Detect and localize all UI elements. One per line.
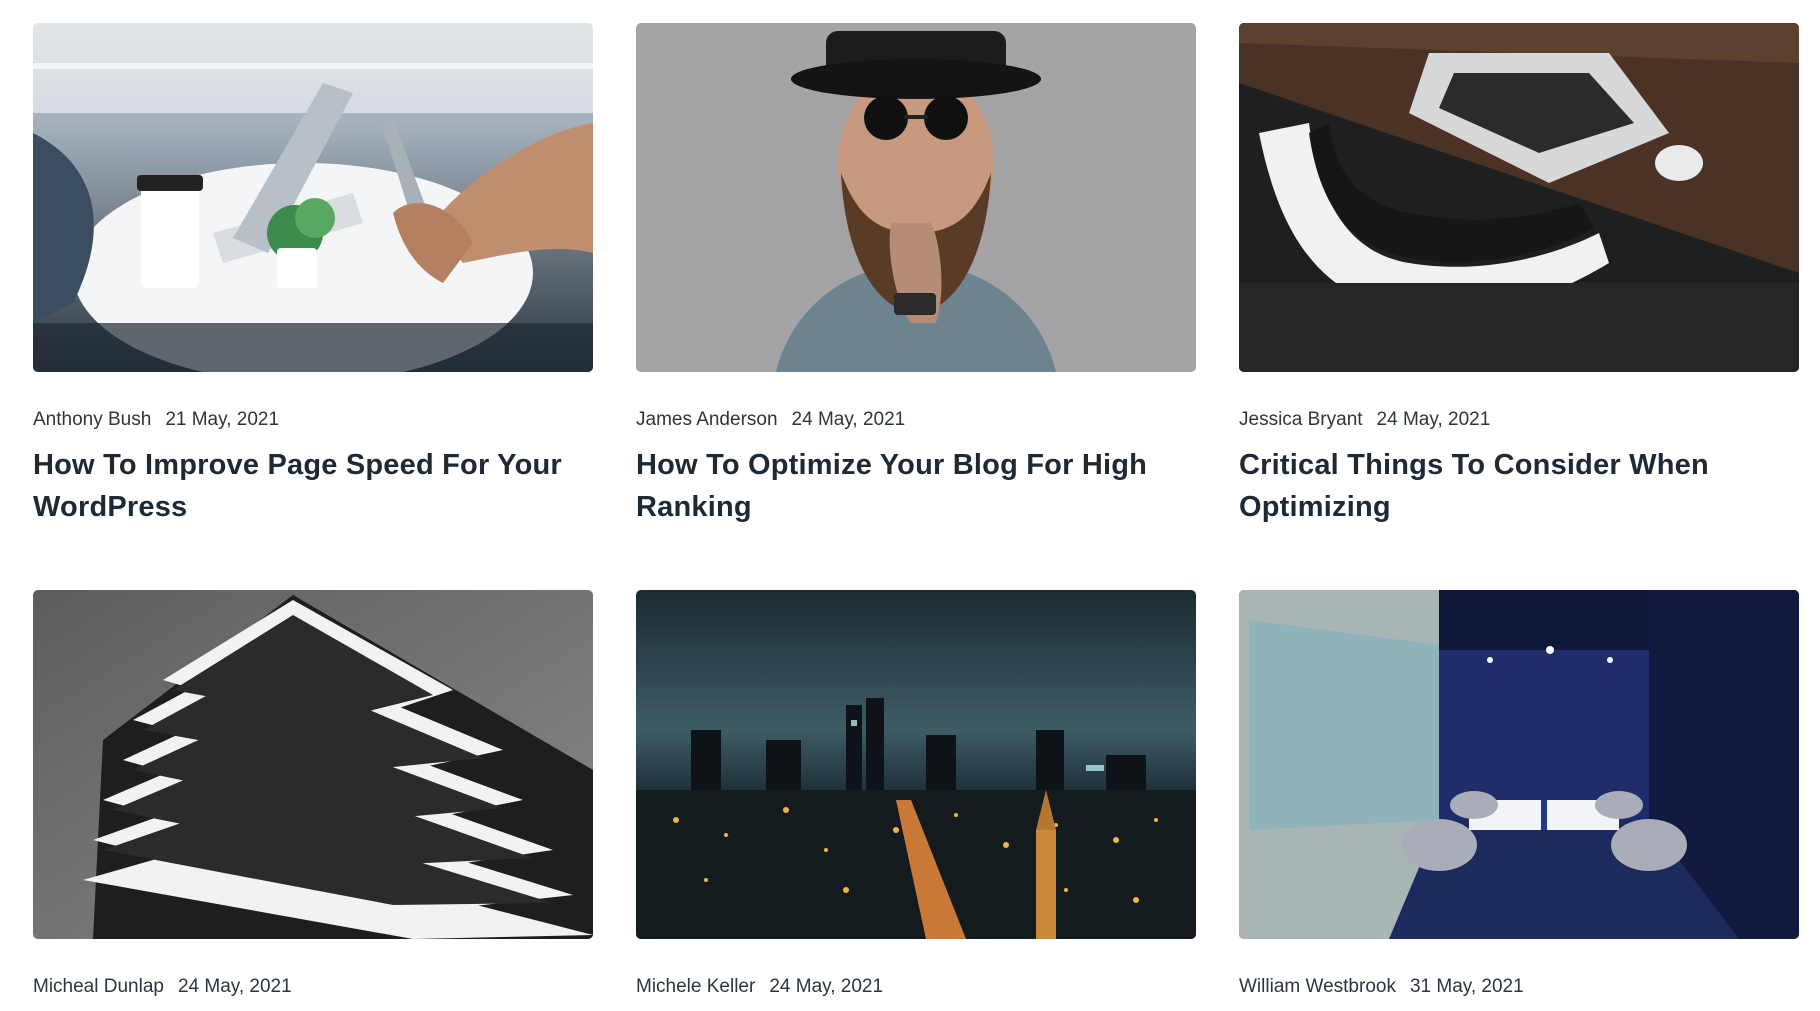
post-date: 31 May, 2021 xyxy=(1409,976,1524,997)
post-author[interactable]: James Anderson xyxy=(636,409,778,430)
office-laptops-image xyxy=(33,23,593,372)
post-meta: William Westbrook 31 May, 2021 xyxy=(1239,975,1799,999)
post-meta: James Anderson 24 May, 2021 xyxy=(636,408,1196,432)
post-author[interactable]: William Westbrook xyxy=(1239,976,1396,997)
blog-post-card[interactable]: Michele Keller 24 May, 2021 xyxy=(636,590,1196,1011)
post-meta: Michele Keller 24 May, 2021 xyxy=(636,975,1196,999)
laptop-desk-image xyxy=(1239,23,1799,372)
post-thumbnail-meeting-room[interactable] xyxy=(1239,590,1799,939)
post-thumbnail-office-laptops[interactable] xyxy=(33,23,593,372)
meeting-room-image xyxy=(1239,590,1799,939)
post-meta: Micheal Dunlap 24 May, 2021 xyxy=(33,975,593,999)
post-date: 24 May, 2021 xyxy=(791,409,906,430)
bearded-man-image xyxy=(636,23,1196,372)
night-city-image xyxy=(636,590,1196,939)
post-meta: Anthony Bush 21 May, 2021 xyxy=(33,408,593,432)
blog-post-card[interactable]: Jessica Bryant 24 May, 2021 Critical Thin… xyxy=(1239,23,1799,528)
post-thumbnail-city-night[interactable] xyxy=(636,590,1196,939)
post-author[interactable]: Michele Keller xyxy=(636,976,755,997)
blog-post-card[interactable]: James Anderson 24 May, 2021 How To Optimi… xyxy=(636,23,1196,528)
monochrome-building-image xyxy=(33,590,593,939)
post-thumbnail-building[interactable] xyxy=(33,590,593,939)
post-thumbnail-bearded-man[interactable] xyxy=(636,23,1196,372)
post-date: 24 May, 2021 xyxy=(1376,409,1491,430)
blog-post-card[interactable]: Anthony Bush 21 May, 2021 How To Improve … xyxy=(33,23,593,528)
post-date: 24 May, 2021 xyxy=(177,976,292,997)
post-meta: Jessica Bryant 24 May, 2021 xyxy=(1239,408,1799,432)
post-author[interactable]: Jessica Bryant xyxy=(1239,409,1363,430)
blog-post-card[interactable]: William Westbrook 31 May, 2021 xyxy=(1239,590,1799,1011)
blog-post-card[interactable]: Micheal Dunlap 24 May, 2021 xyxy=(33,590,593,1011)
post-title-link[interactable]: Critical Things To Consider When Optimiz… xyxy=(1239,444,1799,528)
post-thumbnail-laptop-desk[interactable] xyxy=(1239,23,1799,372)
post-date: 24 May, 2021 xyxy=(769,976,884,997)
post-title-link[interactable]: How To Optimize Your Blog For High Ranki… xyxy=(636,444,1196,528)
post-author[interactable]: Anthony Bush xyxy=(33,409,151,430)
post-date: 21 May, 2021 xyxy=(165,409,280,430)
blog-post-grid: Anthony Bush 21 May, 2021 How To Improve … xyxy=(33,23,1799,1011)
post-author[interactable]: Micheal Dunlap xyxy=(33,976,164,997)
post-title-link[interactable]: How To Improve Page Speed For Your WordP… xyxy=(33,444,593,528)
